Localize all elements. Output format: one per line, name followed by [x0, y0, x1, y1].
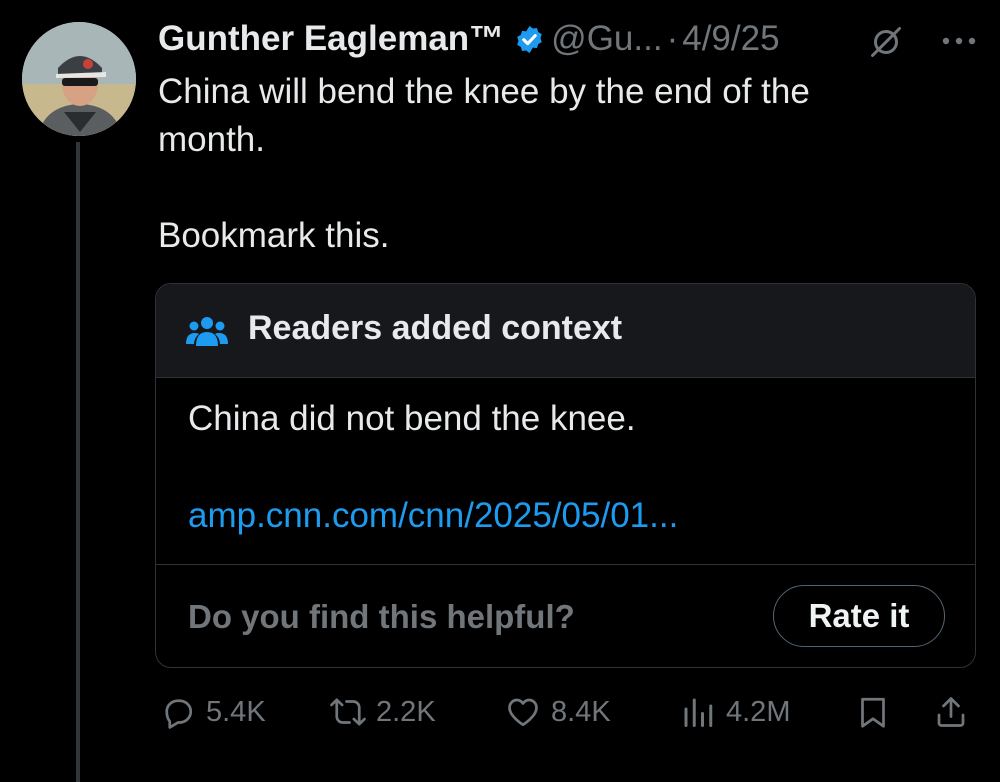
more-icon[interactable] — [934, 26, 984, 56]
community-note-header[interactable]: Readers added context — [156, 284, 975, 378]
people-icon — [186, 317, 228, 346]
views-count: 4.2M — [726, 695, 791, 728]
avatar-photo — [22, 22, 136, 136]
reply-icon — [165, 699, 193, 729]
community-note-footer: Do you find this helpful? Rate it — [156, 564, 975, 667]
like-count: 8.4K — [551, 695, 611, 728]
views-icon — [684, 698, 713, 727]
bookmark-icon — [861, 697, 885, 728]
verified-badge-icon[interactable] — [514, 24, 545, 55]
author-name[interactable]: Gunther Eagleman™ — [158, 19, 504, 59]
share-icon — [937, 697, 965, 727]
repost-count: 2.2K — [376, 695, 436, 728]
bookmark-action[interactable] — [855, 692, 891, 732]
tweet-date[interactable]: 4/9/25 — [682, 19, 779, 59]
community-note-link[interactable]: amp.cnn.com/cnn/2025/05/01... — [188, 496, 678, 536]
like-action[interactable]: 8.4K — [505, 692, 611, 732]
tweet-text: China will bend the knee by the end of t… — [158, 72, 810, 255]
rate-it-button[interactable]: Rate it — [773, 585, 945, 647]
helpful-prompt: Do you find this helpful? — [188, 598, 575, 635]
like-icon — [508, 698, 538, 727]
author-handle[interactable]: @Gu... — [551, 19, 662, 59]
community-note-title: Readers added context — [248, 309, 623, 347]
reply-action[interactable]: 5.4K — [160, 692, 266, 732]
thread-line — [76, 142, 80, 782]
repost-action[interactable]: 2.2K — [330, 692, 436, 732]
tweet-header: Gunther Eagleman™ @Gu... · 4/9/25 — [158, 14, 1000, 64]
community-note-body: China did not bend the knee. — [188, 399, 636, 438]
separator-dot: · — [666, 19, 679, 58]
avatar[interactable] — [22, 22, 136, 136]
community-note: Readers added context China did not bend… — [155, 283, 976, 668]
views-action[interactable]: 4.2M — [680, 692, 790, 732]
reply-count: 5.4K — [206, 695, 266, 728]
share-action[interactable] — [933, 692, 969, 732]
grok-icon[interactable] — [868, 24, 904, 60]
repost-icon — [330, 698, 366, 726]
